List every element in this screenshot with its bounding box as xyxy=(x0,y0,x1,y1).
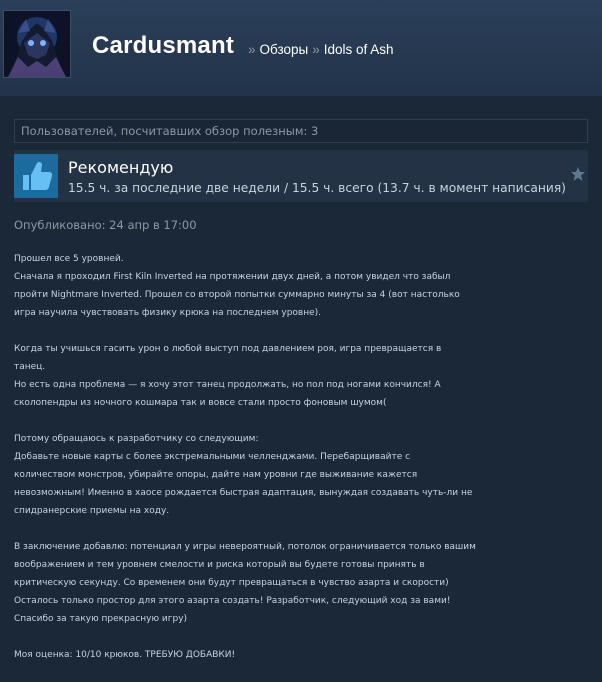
review-paragraph: Моя оценка: 10/10 крюков. ТРЕБУЮ ДОБАВКИ… xyxy=(14,646,594,664)
review-line: В заключение добавлю: потенциал у игры н… xyxy=(14,542,476,552)
review-line: сколопендры из ночного кошмара так и вов… xyxy=(14,398,387,408)
review-line: Потому обращаюсь к разработчику со следу… xyxy=(14,434,259,444)
recommendation-title[interactable]: Рекомендую xyxy=(68,158,173,177)
review-line: танец. xyxy=(14,362,46,372)
breadcrumb-reviews-link[interactable]: Обзоры xyxy=(260,42,309,57)
avatar[interactable] xyxy=(3,10,71,78)
persona-name[interactable]: Cardusmant xyxy=(92,32,234,60)
review-line: Когда ты учишься гасить урон о любой выс… xyxy=(14,344,442,354)
profile-header: Cardusmant » Обзоры» Idols of Ash xyxy=(0,0,602,96)
review-line: спидранерские приемы на ходу. xyxy=(14,506,170,516)
playtime-hours: 15.5 ч. за последние две недели / 15.5 ч… xyxy=(68,181,566,195)
review-paragraph: В заключение добавлю: потенциал у игры н… xyxy=(14,538,594,628)
review-line: Прошел все 5 уровней. xyxy=(14,254,124,264)
review-line: количеством монстров, убирайте опоры, да… xyxy=(14,470,418,480)
posted-date: Опубликовано: 24 апр в 17:00 xyxy=(14,218,197,232)
review-line: игра научила чувствовать физику крюка на… xyxy=(14,308,322,318)
review-line: Добавьте новые карты с более экстремальн… xyxy=(14,452,411,462)
thumbs-up-icon xyxy=(14,154,58,198)
avatar-image xyxy=(4,11,70,77)
review-line: Моя оценка: 10/10 крюков. ТРЕБУЮ ДОБАВКИ… xyxy=(14,650,236,660)
review-line: Сначала я проходил First Kiln Inverted н… xyxy=(14,272,451,282)
review-line: пройти Nightmare Inverted. Прошел со вто… xyxy=(14,290,460,300)
review-line: Спасибо за такую прекрасную игру) xyxy=(14,614,188,624)
review-line: критическую секунду. Со временем они буд… xyxy=(14,578,449,588)
review-body: Прошел все 5 уровней. Сначала я проходил… xyxy=(14,250,594,682)
star-icon[interactable] xyxy=(570,166,586,182)
recommendation-box: Рекомендую 15.5 ч. за последние две неде… xyxy=(14,150,588,202)
review-line: невозможным! Именно в хаосе рождается бы… xyxy=(14,488,473,498)
helpful-count: Пользователей, посчитавших обзор полезны… xyxy=(14,119,588,143)
breadcrumb-separator: » xyxy=(312,42,320,57)
review-paragraph: Потому обращаюсь к разработчику со следу… xyxy=(14,430,594,520)
review-line: Осталось только простор для этого азарта… xyxy=(14,596,451,606)
breadcrumb-game-link[interactable]: Idols of Ash xyxy=(324,42,394,57)
breadcrumb: » Обзоры» Idols of Ash xyxy=(244,42,394,57)
review-line: воображением и тем уровнем смелости и ри… xyxy=(14,560,425,570)
review-paragraph: Когда ты учишься гасить урон о любой выс… xyxy=(14,340,594,412)
review-paragraph: Прошел все 5 уровней. Сначала я проходил… xyxy=(14,250,594,322)
breadcrumb-separator: » xyxy=(248,42,256,57)
review-line: Но есть одна проблема — я хочу этот тане… xyxy=(14,380,441,390)
